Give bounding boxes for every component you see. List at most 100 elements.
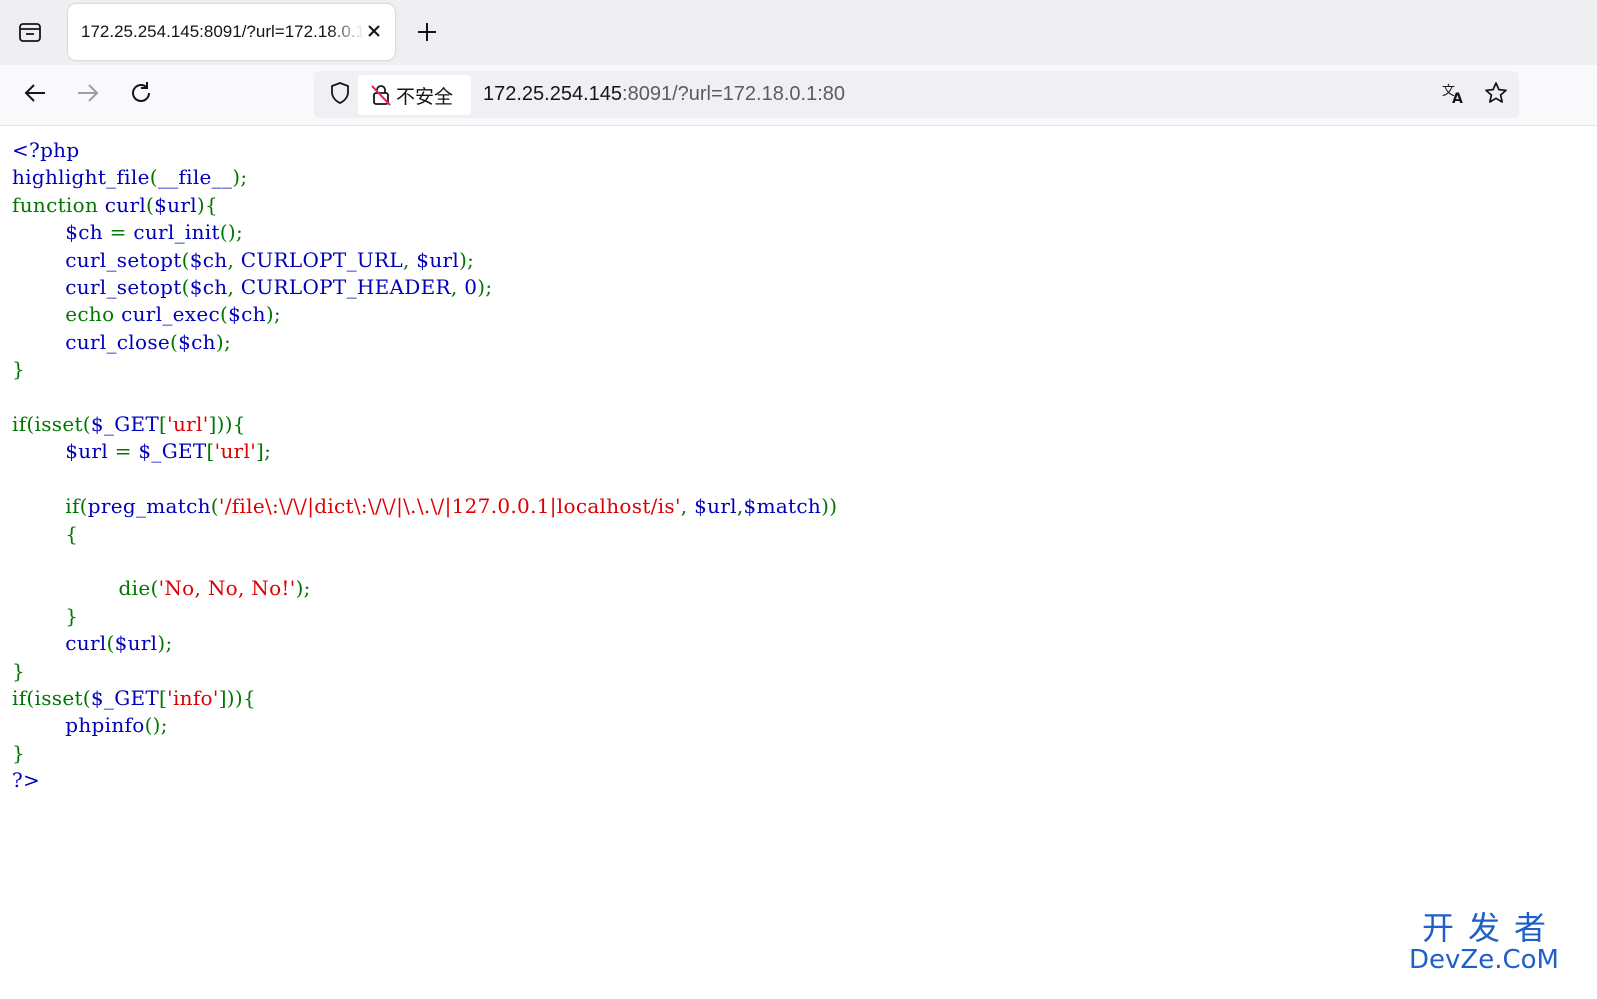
code-token: curl_exec (121, 302, 220, 327)
code-token: } (12, 740, 26, 765)
code-token: [ (206, 439, 215, 464)
code-line: } (12, 741, 25, 768)
code-token: ( (146, 192, 155, 217)
code-token: [ (159, 412, 168, 436)
tab-list-icon (17, 19, 43, 50)
php-source-code: <?php highlight_file(__file__); function c… (12, 138, 1582, 858)
tracking-protection-button[interactable] (320, 75, 360, 115)
new-tab-button[interactable] (407, 14, 447, 54)
code-line: $url = $_GET['url']; (12, 439, 271, 466)
code-line: $ch = curl_init(); (12, 220, 243, 247)
code-line: <?php (12, 138, 79, 165)
code-token: curl (12, 631, 107, 656)
plus-icon (416, 21, 438, 48)
code-token: ( (210, 494, 219, 519)
site-watermark: 开发者 DevZe.CoM (1409, 911, 1559, 975)
url-path: :8091/?url=172.18.0.1:80 (622, 83, 845, 105)
code-line: curl_close($ch); (12, 330, 231, 357)
code-token: ( (170, 329, 179, 354)
code-line: } (12, 604, 78, 631)
code-line: curl($url); (12, 631, 173, 658)
code-token: $_GET (90, 412, 160, 436)
code-token: ); (477, 275, 493, 299)
code-token: = (109, 220, 134, 245)
shield-icon (328, 81, 352, 110)
code-line: die('No, No, No!'); (12, 576, 311, 603)
tab-strip: 172.25.254.145:8091/?url=172.18.0.1:80 (0, 0, 1597, 65)
code-token: $match (743, 494, 822, 519)
translate-icon: 文 A (1441, 80, 1467, 111)
code-token: ( (181, 247, 190, 272)
code-token: if( (12, 494, 88, 519)
code-token: ); (215, 329, 232, 354)
code-token: ])){ (218, 686, 257, 710)
code-token: $ch (189, 247, 228, 272)
tab-title: 172.25.254.145:8091/?url=172.18.0.1:80 (81, 22, 364, 41)
code-token: ( (181, 275, 190, 299)
code-token: )) (821, 494, 838, 519)
code-line: { (12, 522, 78, 549)
code-line: highlight_file(__file__); (12, 165, 247, 192)
code-token: ( (149, 165, 158, 190)
code-line: ?> (12, 768, 40, 795)
translate-button[interactable]: 文 A (1434, 75, 1474, 115)
code-token: $_GET (90, 686, 160, 710)
code-token: curl_init (133, 220, 220, 245)
code-token: $ch (189, 275, 228, 299)
tab-list-button[interactable] (10, 14, 50, 54)
code-token: phpinfo (12, 713, 145, 738)
code-token: , (680, 494, 695, 519)
url-text[interactable]: 172.25.254.145:8091/?url=172.18.0.1:80 (483, 83, 845, 106)
code-token: 'url' (167, 412, 209, 436)
code-token: __file__ (157, 165, 233, 190)
code-token: curl_setopt (12, 275, 182, 299)
code-token: , (227, 275, 241, 299)
code-token: $ch (178, 329, 216, 354)
code-token: ); (232, 165, 248, 190)
code-token: $ch (12, 220, 110, 245)
code-token: curl_close (12, 329, 171, 354)
code-token: ); (459, 247, 475, 272)
code-token: die( (12, 576, 159, 601)
code-token: ?> (12, 768, 41, 793)
svg-text:A: A (1452, 91, 1463, 106)
site-security-button[interactable]: 不安全 (358, 75, 471, 115)
code-token: ])){ (208, 412, 246, 436)
code-token: $ch (228, 302, 266, 327)
tab-close-button[interactable] (363, 22, 385, 44)
reload-button[interactable] (121, 75, 161, 115)
forward-arrow-icon (75, 80, 101, 111)
code-token: CURLOPT_HEADER (240, 275, 451, 299)
code-token: (); (219, 220, 244, 245)
code-token: $url (114, 631, 158, 656)
active-tab[interactable]: 172.25.254.145:8091/?url=172.18.0.1:80 (68, 4, 395, 60)
code-token: 0 (464, 275, 478, 299)
watermark-chinese: 开发者 (1421, 909, 1560, 947)
forward-button[interactable] (68, 75, 108, 115)
address-bar[interactable]: 不安全 172.25.254.145:8091/?url=172.18.0.1:… (314, 71, 1519, 118)
star-icon (1484, 81, 1508, 110)
code-token: } (12, 658, 26, 683)
reload-icon (128, 80, 154, 111)
code-token: echo (12, 302, 122, 327)
code-line: curl_setopt($ch, CURLOPT_HEADER, 0); (12, 275, 492, 302)
code-token: '/file\:\/\/|dict\:\/\/|\.\.\/|127.0.0.1… (218, 494, 681, 519)
url-host: 172.25.254.145 (483, 83, 623, 105)
code-token: , (736, 494, 744, 519)
code-token: [ (159, 686, 168, 710)
close-icon (366, 23, 382, 44)
navigation-toolbar: 不安全 172.25.254.145:8091/?url=172.18.0.1:… (0, 65, 1597, 126)
code-token: 'info' (167, 686, 219, 710)
code-token: } (12, 603, 79, 628)
bookmark-star-button[interactable] (1476, 75, 1516, 115)
code-line: } (12, 357, 25, 384)
back-button[interactable] (15, 75, 55, 115)
code-line: function curl($url){ (12, 193, 218, 220)
code-token: ( (219, 302, 229, 327)
code-line: echo curl_exec($ch); (12, 302, 281, 329)
code-line: phpinfo(); (12, 713, 168, 740)
code-line: if(preg_match('/file\:\/\/|dict\:\/\/|\.… (12, 494, 837, 521)
code-token: 'No, No, No!' (158, 576, 296, 601)
code-token: , (227, 247, 241, 272)
code-token: $url (154, 192, 197, 217)
